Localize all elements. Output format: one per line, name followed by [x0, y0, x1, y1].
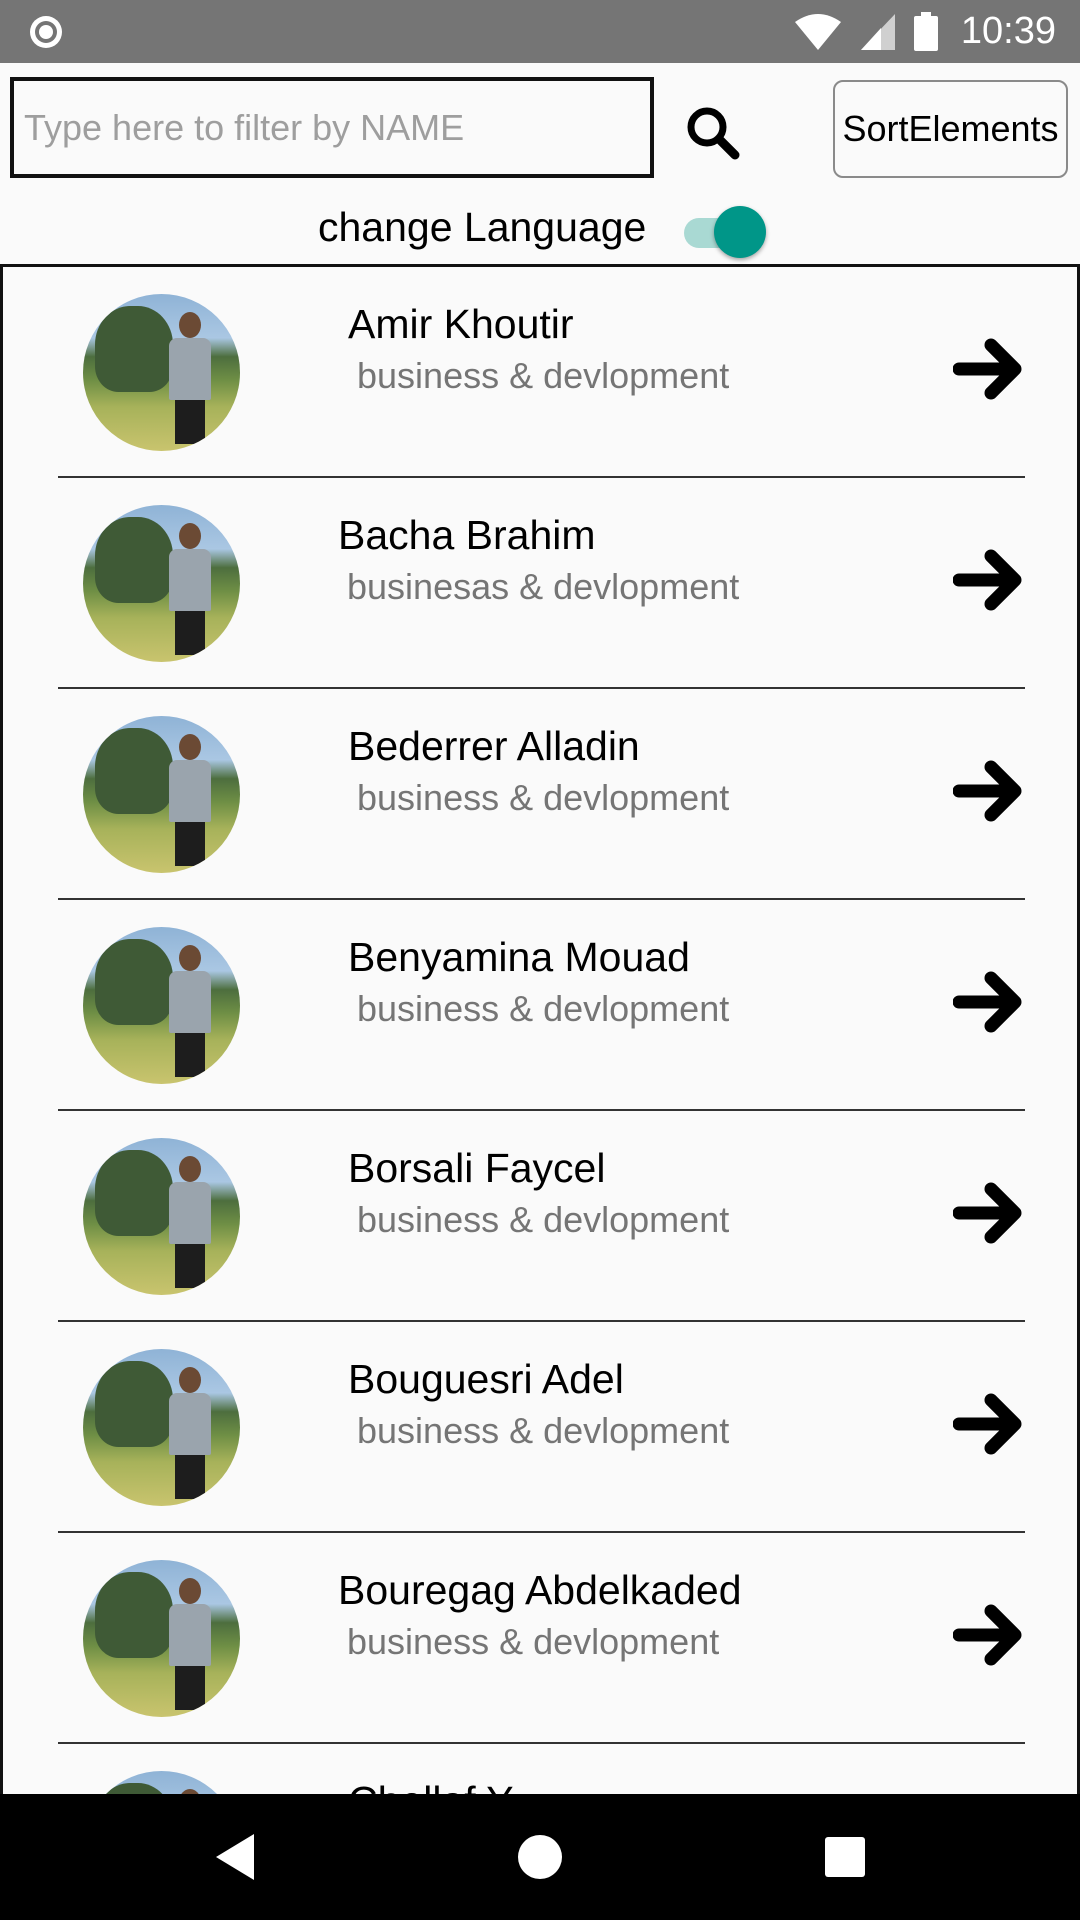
item-subtitle: business & devlopment	[357, 1410, 730, 1451]
list-item[interactable]: Amir Khoutir business & devlopment	[3, 267, 1077, 478]
status-time: 10:39	[960, 10, 1056, 52]
avatar	[83, 294, 240, 451]
item-name: Benyamina Mouad	[348, 934, 690, 980]
item-subtitle: business & devlopment	[357, 355, 730, 396]
avatar	[83, 505, 240, 662]
item-name: Chellaf Y	[348, 1778, 514, 1794]
language-toggle[interactable]	[682, 204, 768, 260]
language-row: change Language	[0, 200, 1080, 260]
avatar	[83, 1138, 240, 1295]
list-item[interactable]: Borsali Faycel business & devlopment	[3, 1111, 1077, 1322]
filter-box	[10, 77, 654, 178]
list-item[interactable]: Bederrer Alladin business & devlopment	[3, 689, 1077, 900]
item-subtitle: business & devlopment	[357, 1199, 730, 1240]
recents-icon[interactable]	[812, 1824, 878, 1890]
item-name: Bouguesri Adel	[348, 1356, 624, 1402]
change-language-label: change Language	[318, 204, 647, 250]
wifi-icon	[794, 13, 841, 50]
people-list[interactable]: Amir Khoutir business & devlopment Bacha…	[0, 264, 1080, 1794]
arrow-right-icon[interactable]	[953, 1177, 1025, 1249]
item-name: Bederrer Alladin	[348, 723, 640, 769]
list-item[interactable]: Chellaf Y	[3, 1744, 1077, 1794]
signal-icon	[860, 13, 895, 50]
avatar	[83, 927, 240, 1084]
avatar	[83, 1560, 240, 1717]
item-name: Bacha Brahim	[338, 512, 596, 558]
item-subtitle: business & devlopment	[357, 777, 730, 818]
record-icon	[30, 16, 62, 48]
filter-input[interactable]	[14, 81, 650, 174]
arrow-right-icon[interactable]	[953, 1599, 1025, 1671]
item-subtitle: business & devlopment	[357, 988, 730, 1029]
search-icon[interactable]	[684, 104, 740, 160]
arrow-right-icon[interactable]	[953, 544, 1025, 616]
list-item[interactable]: Benyamina Mouad business & devlopment	[3, 900, 1077, 1111]
item-name: Amir Khoutir	[348, 301, 574, 347]
item-subtitle: business & devlopment	[347, 1621, 720, 1662]
list-item[interactable]: Bouguesri Adel business & devlopment	[3, 1322, 1077, 1533]
list-item[interactable]: Bouregag Abdelkaded business & devlopmen…	[3, 1533, 1077, 1744]
home-icon[interactable]	[507, 1824, 573, 1890]
arrow-right-icon[interactable]	[953, 333, 1025, 405]
arrow-right-icon[interactable]	[953, 755, 1025, 827]
avatar	[83, 1349, 240, 1506]
toggle-thumb	[714, 206, 766, 258]
status-bar: 10:39	[0, 0, 1080, 63]
item-subtitle: businesas & devlopment	[347, 566, 740, 607]
arrow-right-icon[interactable]	[953, 1388, 1025, 1460]
sort-elements-button[interactable]: SortElements	[833, 80, 1068, 178]
avatar	[83, 716, 240, 873]
back-icon[interactable]	[202, 1824, 268, 1890]
battery-icon	[913, 11, 938, 51]
list-item[interactable]: Bacha Brahim businesas & devlopment	[3, 478, 1077, 689]
avatar	[83, 1771, 240, 1794]
item-name: Borsali Faycel	[348, 1145, 606, 1191]
item-name: Bouregag Abdelkaded	[338, 1567, 742, 1613]
arrow-right-icon[interactable]	[953, 966, 1025, 1038]
navigation-bar	[0, 1794, 1080, 1920]
